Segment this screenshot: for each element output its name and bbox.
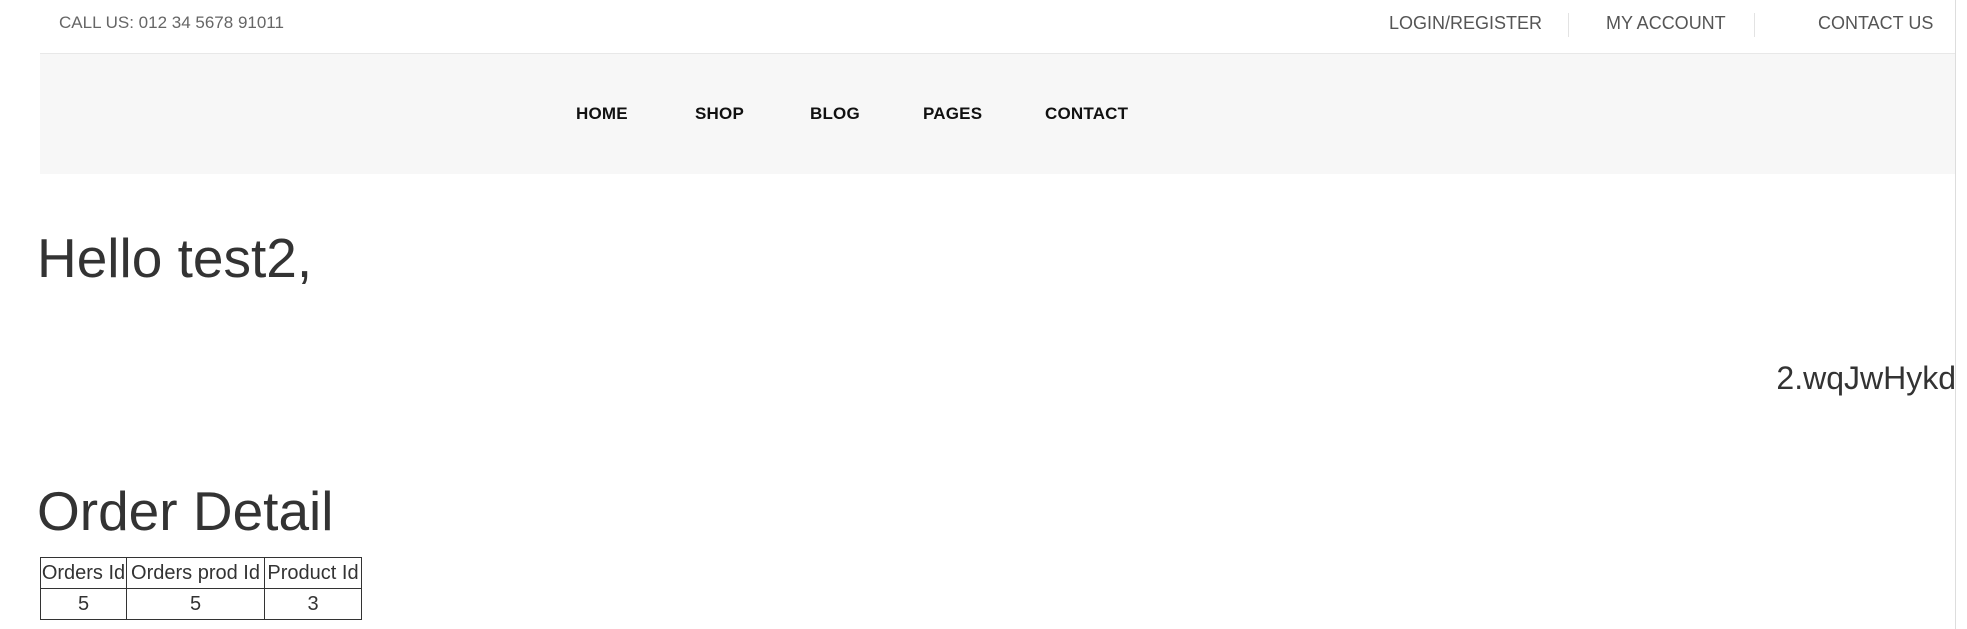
column-header-product-id: Product Id: [264, 557, 362, 589]
table-row: 5 5 3: [40, 588, 362, 620]
cell-orders-id: 5: [40, 588, 127, 620]
order-detail-title: Order Detail: [37, 480, 334, 542]
page: CALL US: 012 34 5678 91011 LOGIN/REGISTE…: [0, 0, 1967, 629]
greeting-heading: Hello test2,: [37, 227, 313, 289]
token-row: 2.wqJwHykd: [40, 330, 1956, 430]
scrollbar[interactable]: [1955, 0, 1967, 629]
table-header-row: Orders Id Orders prod Id Product Id: [40, 557, 362, 589]
contact-us-link[interactable]: CONTACT US: [1818, 13, 1933, 34]
top-link-divider: [1568, 13, 1569, 37]
my-account-link[interactable]: MY ACCOUNT: [1606, 13, 1726, 34]
cell-product-id: 3: [264, 588, 362, 620]
nav-blog[interactable]: BLOG: [810, 104, 860, 124]
nav-pages[interactable]: PAGES: [923, 104, 982, 124]
nav-home[interactable]: HOME: [576, 104, 628, 124]
top-link-divider: [1754, 13, 1755, 37]
nav-contact[interactable]: CONTACT: [1045, 104, 1128, 124]
main-navigation: HOME SHOP BLOG PAGES CONTACT: [40, 54, 1956, 174]
column-header-orders-prod-id: Orders prod Id: [126, 557, 265, 589]
column-header-orders-id: Orders Id: [40, 557, 127, 589]
login-register-link[interactable]: LOGIN/REGISTER: [1389, 13, 1542, 34]
order-detail-table: Orders Id Orders prod Id Product Id 5 5 …: [40, 557, 362, 620]
nav-shop[interactable]: SHOP: [695, 104, 744, 124]
top-bar: CALL US: 012 34 5678 91011 LOGIN/REGISTE…: [40, 0, 1956, 54]
token-text: 2.wqJwHykd: [1776, 360, 1956, 396]
cell-orders-prod-id: 5: [126, 588, 265, 620]
top-links: LOGIN/REGISTER MY ACCOUNT CONTACT US: [40, 13, 1956, 37]
